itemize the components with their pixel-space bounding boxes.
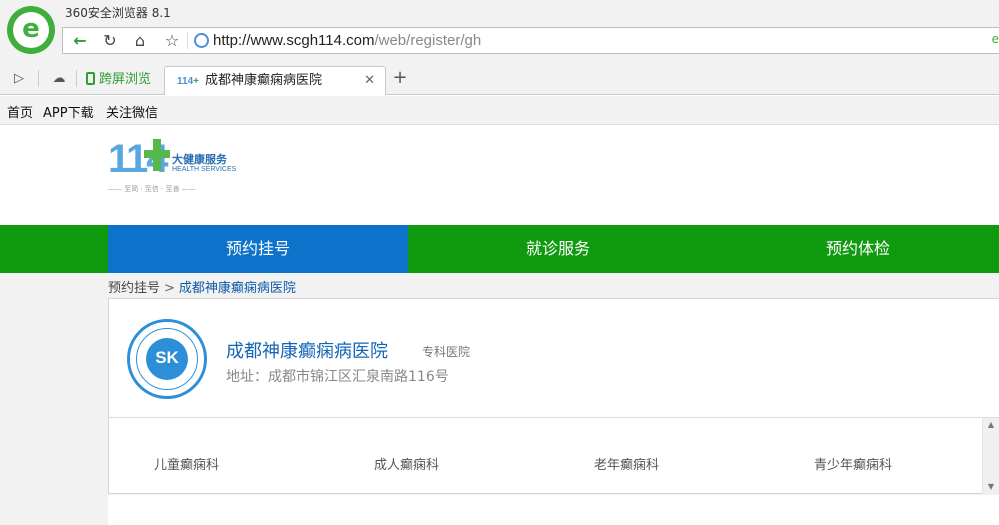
bookmark-app-download[interactable]: APP下载 — [43, 102, 94, 121]
reload-icon[interactable]: ↻ — [95, 28, 125, 53]
tab-active[interactable]: 114+ 成都神康癫痫病医院 ✕ — [164, 66, 386, 95]
dept-scrollbar[interactable]: ▲ ▼ — [982, 418, 999, 494]
url-input[interactable]: http://www.scgh114.com/web/register/gh — [213, 32, 481, 49]
site-header: 114 大健康服务 HEALTH SERVICES —— 至简 · 至信 · 至… — [0, 125, 999, 225]
tab-bar: ▷ ☁ 跨屏浏览 114+ 成都神康癫痫病医院 ✕ + — [0, 62, 999, 95]
nav-visit-service[interactable]: 就诊服务 — [408, 225, 708, 273]
browser-titlebar: e 360安全浏览器 8.1 ← ↻ ⌂ ☆ http://www.scgh11… — [0, 0, 999, 62]
new-tab-button[interactable]: + — [390, 68, 410, 90]
tab-split-label: 跨屏浏览 — [99, 72, 152, 87]
site-favicon-icon: 114+ — [177, 76, 199, 87]
address-bar[interactable]: ← ↻ ⌂ ☆ http://www.scgh114.com/web/regis… — [62, 27, 999, 54]
hospital-address: 地址：成都市锦江区汇泉南路116号 — [226, 369, 449, 385]
back-arrow-icon[interactable]: ← — [65, 28, 95, 53]
dept-adult-epilepsy[interactable]: 成人癫痫科 — [374, 454, 439, 473]
scroll-down-icon[interactable]: ▼ — [983, 480, 999, 494]
nav-register[interactable]: 预约挂号 — [108, 225, 408, 273]
browser-logo-icon[interactable]: e — [7, 6, 55, 54]
logo-cn-text: 大健康服务 — [172, 153, 227, 166]
tab-divider — [76, 70, 77, 87]
browser-title: 360安全浏览器 8.1 — [65, 6, 171, 20]
bookmark-follow-wechat[interactable]: 关注微信 — [106, 102, 158, 121]
dept-teen-epilepsy[interactable]: 青少年癫痫科 — [814, 454, 892, 473]
breadcrumb-current[interactable]: 成都神康癫痫病医院 — [179, 281, 296, 296]
logo-en-text: HEALTH SERVICES — [172, 166, 237, 173]
url-path: /web/register/gh — [374, 32, 482, 49]
scroll-up-icon[interactable]: ▲ — [983, 418, 999, 432]
bookmarks-bar: 首页 APP下载 关注微信 — [0, 96, 999, 125]
tab-split-browse[interactable]: 跨屏浏览 — [80, 66, 160, 95]
dept-elderly-epilepsy[interactable]: 老年癫痫科 — [594, 454, 659, 473]
hospital-card: SK 成都神康癫痫病医院 专科医院 地址：成都市锦江区汇泉南路116号 儿童癫痫… — [108, 298, 999, 494]
breadcrumb: 预约挂号 > 成都神康癫痫病医院 — [108, 277, 296, 296]
address-right-icon[interactable]: e — [992, 32, 999, 46]
address-divider — [187, 32, 188, 49]
logo-motto: —— 至简 · 至信 · 至善 —— — [108, 185, 196, 193]
breadcrumb-root[interactable]: 预约挂号 — [108, 281, 160, 296]
bookmark-star-icon[interactable]: ☆ — [157, 28, 187, 53]
main-nav: 预约挂号 就诊服务 预约体检 — [0, 225, 999, 273]
breadcrumb-separator: > — [164, 281, 175, 296]
home-icon[interactable]: ⌂ — [125, 28, 155, 53]
hospital-name[interactable]: 成都神康癫痫病医院 — [226, 337, 388, 363]
sidebar-toggle-icon[interactable]: ▷ — [8, 68, 30, 90]
hospital-seal-logo: SK — [127, 319, 207, 399]
content-area — [108, 495, 999, 525]
page-content: 114 大健康服务 HEALTH SERVICES —— 至简 · 至信 · 至… — [0, 125, 999, 525]
tab-divider — [38, 70, 39, 87]
cloud-icon[interactable]: ☁ — [48, 68, 70, 90]
hospital-type-badge: 专科医院 — [422, 345, 471, 359]
card-divider — [109, 417, 999, 418]
dept-child-epilepsy[interactable]: 儿童癫痫科 — [154, 454, 219, 473]
bookmark-home[interactable]: 首页 — [7, 102, 33, 121]
url-host: http://www.scgh114.com — [213, 32, 375, 49]
phone-icon — [86, 72, 95, 85]
logo-plus-icon — [144, 137, 170, 173]
tab-active-label: 成都神康癫痫病医院 — [204, 73, 322, 88]
close-tab-icon[interactable]: ✕ — [364, 67, 375, 95]
site-logo[interactable]: 114 大健康服务 HEALTH SERVICES —— 至简 · 至信 · 至… — [108, 137, 258, 197]
nav-checkup[interactable]: 预约体检 — [708, 225, 999, 273]
site-security-icon[interactable] — [194, 33, 209, 48]
